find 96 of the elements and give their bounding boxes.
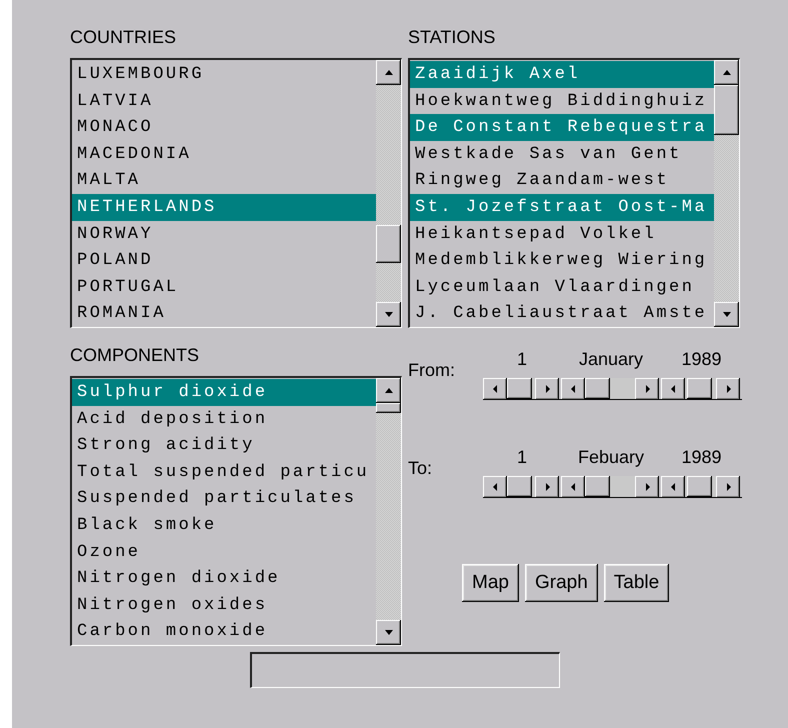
scroll-thumb[interactable] xyxy=(585,378,610,399)
section-label: COMPONENTS xyxy=(70,345,200,365)
scrollbar[interactable] xyxy=(483,476,561,498)
left-arrow-icon xyxy=(570,384,576,394)
list-item[interactable]: Ozone xyxy=(72,538,376,566)
list-item[interactable]: NETHERLANDS xyxy=(72,194,376,221)
left-arrow-icon xyxy=(492,482,498,492)
year-value: 1989 xyxy=(680,446,723,469)
month-value: January xyxy=(578,348,644,371)
list-box[interactable] xyxy=(408,58,740,328)
right-arrow-icon xyxy=(724,384,732,394)
scroll-up-button[interactable] xyxy=(376,378,401,403)
scroll-up-button[interactable] xyxy=(376,60,401,85)
date-label: From: xyxy=(408,359,456,381)
list-item[interactable]: LUXEMBOURG xyxy=(72,61,376,88)
scroll-thumb[interactable] xyxy=(507,378,532,399)
section-label: STATIONS xyxy=(408,27,496,47)
right-arrow-icon xyxy=(544,482,550,492)
scroll-thumb[interactable] xyxy=(376,225,401,263)
list-item[interactable]: Suspended particulates xyxy=(72,485,376,512)
scroll-left-button[interactable] xyxy=(561,378,585,400)
list-item[interactable]: De Constant Rebequestra xyxy=(410,114,714,141)
list-item[interactable]: Hoekwantweg Biddinghuiz xyxy=(410,88,714,114)
scroll-left-button[interactable] xyxy=(483,378,507,400)
scroll-right-button[interactable] xyxy=(716,476,740,498)
scroll-right-button[interactable] xyxy=(635,476,659,498)
left-arrow-icon xyxy=(492,384,498,394)
scroll-left-button[interactable] xyxy=(661,378,685,400)
list-item[interactable]: Ringweg Zaandam-west xyxy=(410,167,714,194)
day-value: 1 xyxy=(516,446,528,469)
right-arrow-icon xyxy=(644,384,650,394)
list-box[interactable]: LUXEMBOURG LATVIA MONACO MACEDONIA MALTA NETHERLANDS NORWAY POLAND PORTUGAL ROMANIA xyxy=(70,58,402,328)
list-item[interactable]: MONACO xyxy=(72,114,376,141)
list-item[interactable]: Lyceumlaan Vlaardingen xyxy=(410,274,714,300)
list-item[interactable]: ROMANIA xyxy=(72,300,376,327)
scroll-right-button[interactable] xyxy=(716,378,740,400)
scrollbar[interactable] xyxy=(561,476,661,498)
list-item[interactable]: Sulphur dioxide xyxy=(72,379,376,406)
list-item[interactable]: MACEDONIA xyxy=(72,140,376,168)
list-item[interactable]: St. Jozefstraat Oost-Ma xyxy=(410,194,714,221)
scroll-thumb[interactable] xyxy=(585,476,610,497)
scrollbar[interactable] xyxy=(714,60,739,327)
scroll-down-button[interactable] xyxy=(714,302,739,327)
list-item[interactable]: PORTUGAL xyxy=(72,274,376,300)
scrollbar[interactable] xyxy=(561,378,661,400)
right-arrow-icon xyxy=(544,384,550,394)
list-box[interactable]: Sulphur dioxide Acid deposition Strong acidity Total suspended particu Suspended particulates Black smoke Ozone Nitrogen dioxide Nitrogen oxides Carbon monoxide xyxy=(70,376,402,646)
list-item[interactable]: Heikantsepad Volkel xyxy=(410,220,714,248)
scroll-right-button[interactable] xyxy=(635,378,659,400)
list-item[interactable]: Carbon monoxide xyxy=(72,618,376,645)
scroll-left-button[interactable] xyxy=(661,476,685,498)
scrollbar[interactable] xyxy=(661,378,742,400)
scroll-thumb[interactable] xyxy=(687,378,712,399)
scroll-left-button[interactable] xyxy=(561,476,585,498)
date-label: To: xyxy=(408,457,434,479)
scroll-thumb[interactable] xyxy=(507,476,532,497)
scroll-left-button[interactable] xyxy=(483,476,507,498)
section-label: COUNTRIES xyxy=(70,27,176,47)
table-button[interactable]: Table xyxy=(604,564,670,602)
left-arrow-icon xyxy=(670,482,676,492)
list-item[interactable]: Zaaidijk Axel xyxy=(410,61,714,88)
list-item[interactable]: MALTA xyxy=(72,167,376,194)
scroll-down-button[interactable] xyxy=(376,302,401,327)
scroll-thumb[interactable] xyxy=(714,85,739,135)
list-item[interactable]: J. Cabeliaustraat Amste xyxy=(410,300,714,327)
list-item[interactable]: Westkade Sas van Gent xyxy=(410,140,714,168)
scrollbar[interactable] xyxy=(376,60,401,327)
list-item[interactable]: NORWAY xyxy=(72,220,376,248)
scroll-thumb[interactable] xyxy=(687,476,712,497)
left-arrow-icon xyxy=(670,384,676,394)
left-arrow-icon xyxy=(570,482,576,492)
list-item[interactable]: Strong acidity xyxy=(72,432,376,459)
scrollbar[interactable] xyxy=(661,476,742,498)
scroll-down-button[interactable] xyxy=(376,620,401,645)
year-value: 1989 xyxy=(680,348,723,371)
right-arrow-icon xyxy=(724,482,732,492)
day-value: 1 xyxy=(516,348,528,371)
right-arrow-icon xyxy=(644,482,650,492)
list-item[interactable]: POLAND xyxy=(72,247,376,274)
list-item[interactable]: Acid deposition xyxy=(72,406,376,432)
list-item[interactable]: Nitrogen dioxide xyxy=(72,565,376,592)
scrollbar[interactable] xyxy=(483,378,561,400)
input-field[interactable] xyxy=(250,652,560,688)
month-value: Febuary xyxy=(576,446,646,469)
map-button[interactable]: Map xyxy=(462,564,519,602)
list-item[interactable]: Total suspended particu xyxy=(72,458,376,486)
scroll-thumb[interactable] xyxy=(376,403,401,413)
list-item[interactable]: Medemblikkerweg Wiering xyxy=(410,247,714,274)
list-item[interactable]: Black smoke xyxy=(72,512,376,539)
graph-button[interactable]: Graph xyxy=(524,564,598,602)
list-item[interactable]: Nitrogen oxides xyxy=(72,592,376,618)
list-item[interactable]: LATVIA xyxy=(72,88,376,114)
scrollbar[interactable] xyxy=(376,378,401,645)
scroll-right-button[interactable] xyxy=(535,378,559,400)
scroll-right-button[interactable] xyxy=(535,476,559,498)
scroll-up-button[interactable] xyxy=(714,60,739,85)
